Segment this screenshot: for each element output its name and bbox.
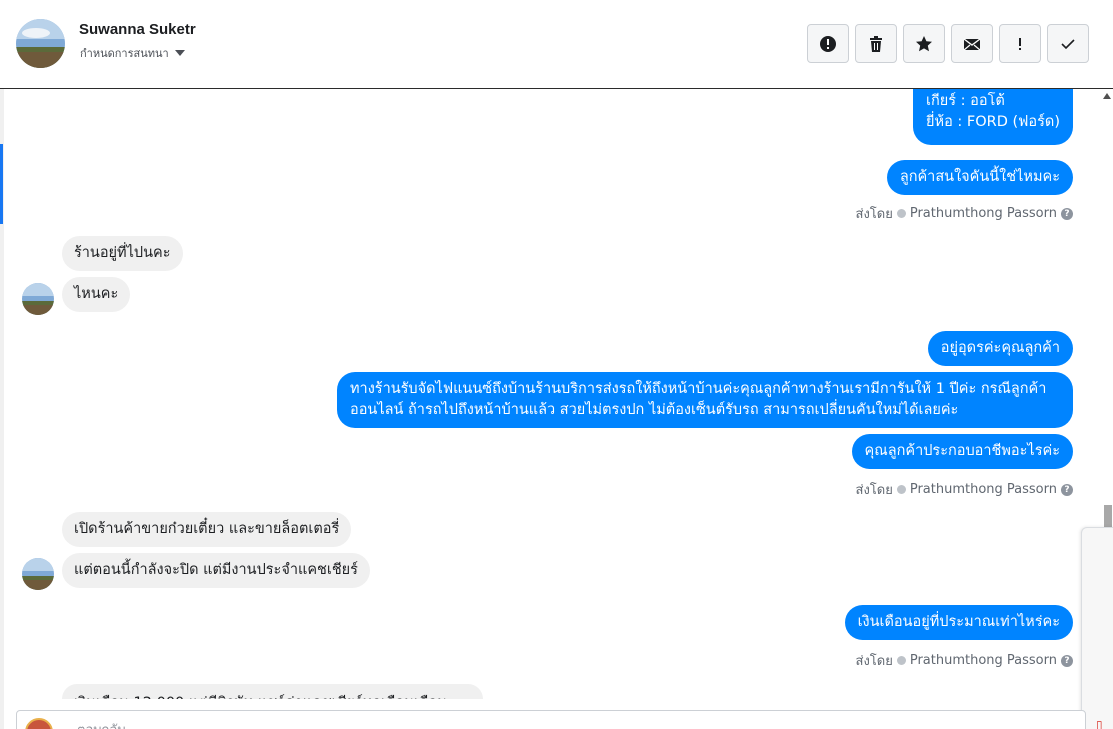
message-line: ทางร้านรับจัดไฟแนนซ์ถึงบ้านร้านบริการส่ง…: [350, 381, 1047, 397]
envelope-icon: [963, 37, 981, 50]
check-icon: [1061, 38, 1075, 49]
outgoing-message[interactable]: อยู่อุดรค่ะคุณลูกค้า: [927, 331, 1073, 366]
outgoing-message[interactable]: คุณลูกค้าประกอบอาชีพอะไรค่ะ: [851, 434, 1073, 469]
conversation-toolbar: [807, 24, 1089, 63]
sent-by-prefix: ส่งโดย: [855, 483, 893, 498]
incoming-message[interactable]: ร้านอยู่ที่ไปนคะ: [62, 236, 183, 271]
incoming-message[interactable]: เปิดร้านค้าขายก๋วยเตี๋ยว และขายล็อตเตอรี…: [62, 512, 352, 547]
help-icon[interactable]: ?: [1061, 483, 1073, 496]
incoming-message[interactable]: เงินเดือน 12,000 แต่มีบิรษัท แชร์ค่าแคชเ…: [62, 684, 483, 699]
outgoing-message[interactable]: เกียร์ : ออโต้ ยี่ห้อ : FORD (ฟอร์ด): [913, 89, 1073, 145]
reply-input[interactable]: ตอบกลับ...: [77, 719, 138, 729]
reply-composer[interactable]: ตอบกลับ...: [16, 710, 1086, 729]
scroll-up-arrow-icon[interactable]: [1103, 93, 1111, 99]
contact-avatar[interactable]: [16, 19, 65, 68]
caret-down-icon: [174, 50, 185, 56]
message-line: ออนไลน์ ถ้ารถไปถึงหน้าบ้านแล้ว สวยไม่ตรง…: [350, 402, 959, 418]
star-button[interactable]: [903, 24, 945, 63]
corner-indicator-icon: ▯: [1096, 718, 1103, 729]
contact-name[interactable]: Suwanna Suketr: [79, 21, 196, 38]
sent-by-prefix: ส่งโดย: [855, 207, 893, 222]
agent-status-icon: [896, 209, 906, 218]
sent-by-label: ส่งโดย Prathumthong Passorn ?: [856, 203, 1073, 224]
active-marker: [0, 144, 3, 224]
star-icon: [916, 35, 932, 51]
outgoing-message[interactable]: เงินเดือนอยู่ที่ประมาณเท่าไหร่คะ: [844, 605, 1073, 640]
conversation-header: Suwanna Suketr กำหนดการสนทนา: [0, 0, 1113, 89]
sent-by-label: ส่งโดย Prathumthong Passorn ?: [856, 650, 1073, 671]
contact-avatar-small: [22, 283, 54, 315]
message-line: เกียร์ : ออโต้: [926, 93, 1005, 109]
assign-label: กำหนดการสนทนา: [80, 47, 169, 60]
alert-circle-icon: [820, 35, 836, 52]
agent-status-icon: [896, 485, 906, 494]
help-icon[interactable]: ?: [1061, 654, 1073, 667]
incoming-message[interactable]: ไหนคะ: [62, 277, 131, 312]
sent-by-label: ส่งโดย Prathumthong Passorn ?: [856, 479, 1073, 500]
contact-avatar-small: [22, 558, 54, 590]
incoming-message[interactable]: แต่ตอนนี้กำลังจะปิด แต่มีงานประจำแคชเชีย…: [62, 553, 370, 588]
sent-by-name: Prathumthong Passorn: [909, 653, 1057, 668]
outgoing-message[interactable]: ลูกค้าสนใจคันนี้ใช่ไหมคะ: [886, 160, 1073, 195]
scrollbar-thumb[interactable]: [1104, 505, 1112, 527]
assign-conversation-dropdown[interactable]: กำหนดการสนทนา: [80, 44, 185, 62]
sent-by-name: Prathumthong Passorn: [909, 206, 1057, 221]
exclamation-icon: [1019, 37, 1021, 50]
follow-up-button[interactable]: [999, 24, 1041, 63]
sent-by-name: Prathumthong Passorn: [909, 482, 1057, 497]
message-thread[interactable]: เกียร์ : ออโต้ ยี่ห้อ : FORD (ฟอร์ด) ลูก…: [4, 89, 1104, 699]
outgoing-message[interactable]: ทางร้านรับจัดไฟแนนซ์ถึงบ้านร้านบริการส่ง…: [337, 372, 1073, 428]
sent-by-prefix: ส่งโดย: [855, 654, 893, 669]
spam-button[interactable]: [807, 24, 849, 63]
agent-status-icon: [896, 656, 906, 665]
message-line: ยี่ห้อ : FORD (ฟอร์ด): [926, 114, 1060, 130]
delete-button[interactable]: [855, 24, 897, 63]
done-button[interactable]: [1047, 24, 1089, 63]
mark-unread-button[interactable]: [951, 24, 993, 63]
side-panel[interactable]: [1081, 527, 1113, 729]
trash-icon: [870, 35, 882, 52]
agent-avatar: [25, 718, 53, 729]
help-icon[interactable]: ?: [1061, 207, 1073, 220]
